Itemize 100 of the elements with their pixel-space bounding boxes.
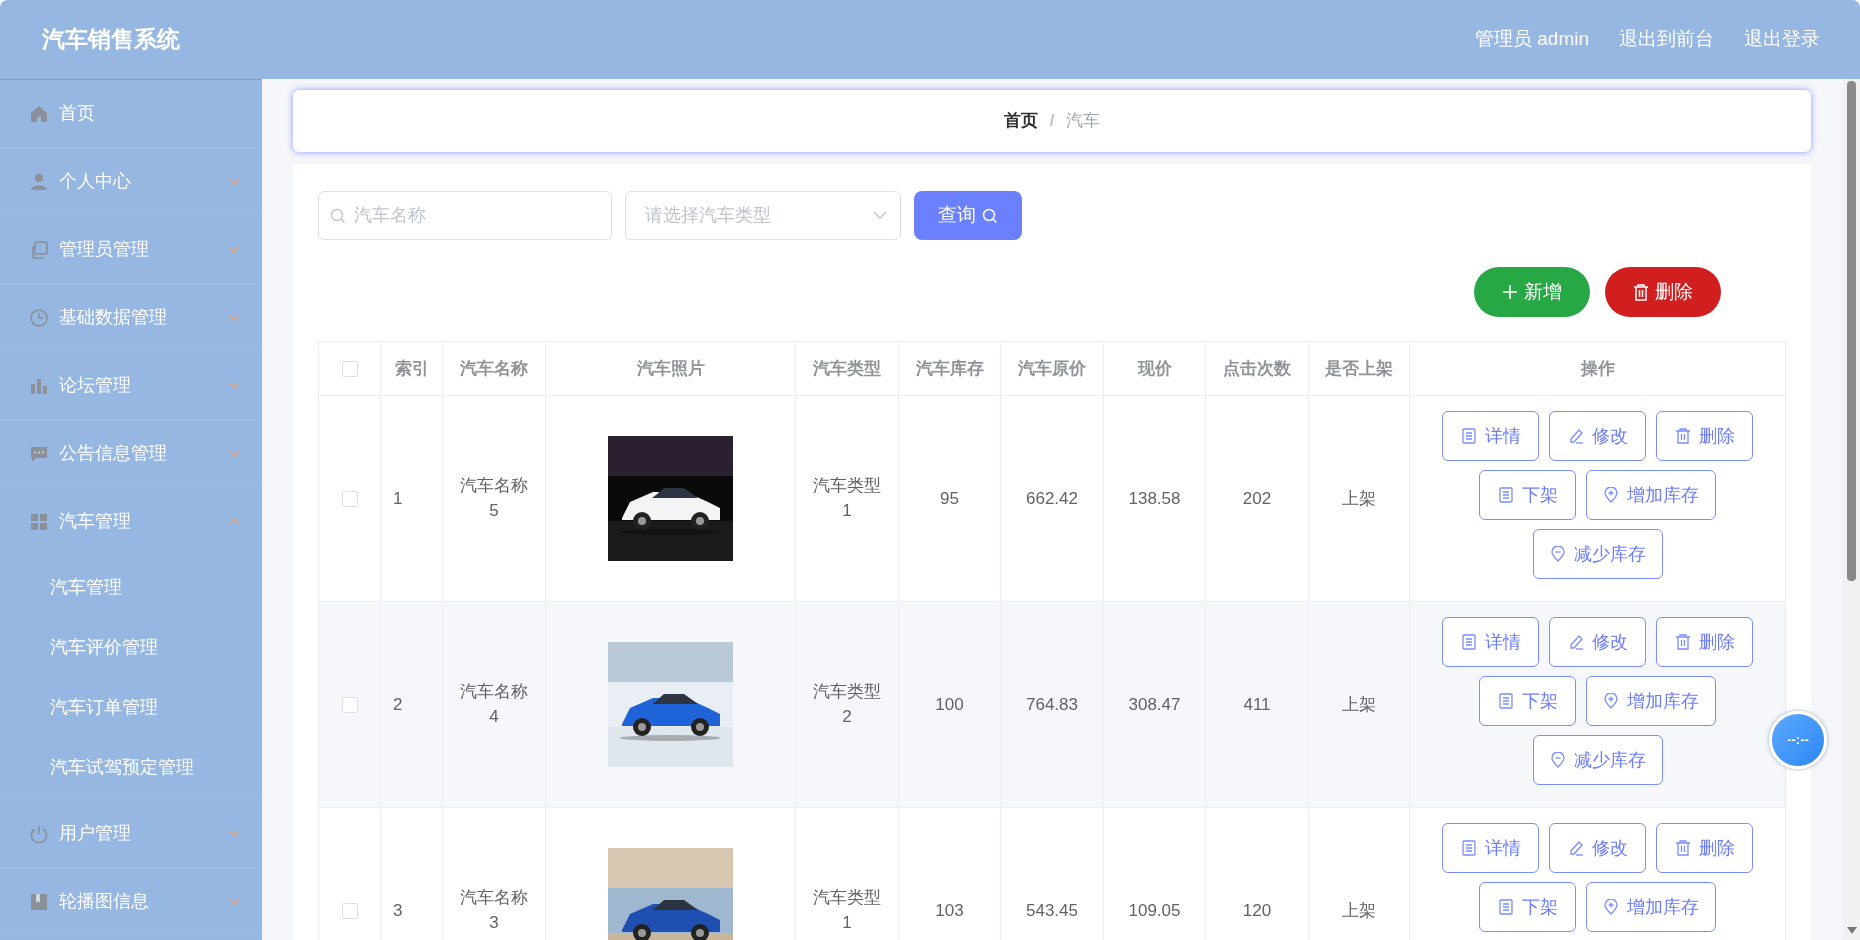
- trash-icon: [1633, 283, 1649, 301]
- table-cell: 上架: [1342, 488, 1376, 508]
- table-cell: 138.58: [1128, 488, 1181, 508]
- app-title: 汽车销售系统: [42, 25, 180, 55]
- pen-icon: [1567, 840, 1584, 856]
- checkbox[interactable]: [341, 903, 358, 920]
- sidebar-item[interactable]: 基础数据管理: [0, 284, 262, 351]
- table-cell: 上架: [1342, 694, 1376, 714]
- delete-button[interactable]: 删除: [1656, 617, 1753, 667]
- breadcrumb-item[interactable]: 首页: [1003, 108, 1038, 134]
- table-cell: 上架: [1342, 900, 1376, 920]
- copy-icon: [30, 240, 48, 259]
- table-cell-text: 汽车类型2: [813, 681, 881, 729]
- chevron-down-icon: [873, 211, 887, 220]
- add-stock-button[interactable]: 增加库存: [1586, 882, 1716, 932]
- sidebar-item[interactable]: 个人中心: [0, 148, 262, 215]
- scrollbar-thumb[interactable]: [1847, 81, 1856, 581]
- pen-icon: [1567, 428, 1584, 444]
- reduce-stock-button[interactable]: 减少库存: [1532, 735, 1663, 785]
- detail-button[interactable]: 详情: [1442, 617, 1539, 667]
- detail-button[interactable]: 详情: [1442, 411, 1539, 461]
- add-stock-button[interactable]: 增加库存: [1586, 676, 1716, 726]
- column-header: 是否上架: [1308, 341, 1410, 396]
- edit-button[interactable]: 修改: [1549, 411, 1646, 461]
- front-page-link[interactable]: 退出到前台: [1619, 25, 1714, 54]
- document-icon: [1460, 634, 1477, 650]
- table-cell: 3: [393, 900, 403, 920]
- delete-button[interactable]: 删除: [1656, 823, 1753, 873]
- table-cell-text: 汽车名称5: [460, 475, 528, 523]
- query-button[interactable]: 查询: [914, 191, 1022, 240]
- name-search-field[interactable]: 汽车名称: [318, 191, 612, 240]
- sidebar-subitem[interactable]: 汽车评价管理: [0, 617, 262, 677]
- reduce-stock-button[interactable]: 减少库存: [1532, 529, 1663, 579]
- add-button[interactable]: 新增: [1474, 267, 1590, 317]
- document-icon: [1497, 899, 1514, 915]
- sidebar-item[interactable]: 论坛管理: [0, 352, 262, 419]
- table-cell: 764.83: [1026, 694, 1078, 714]
- sidebar-item[interactable]: 公告信息管理: [0, 420, 262, 487]
- book-icon: [30, 892, 48, 911]
- table-cell: 1: [393, 488, 403, 508]
- type-select[interactable]: 请选择汽车类型: [625, 191, 901, 240]
- search-icon: [330, 208, 346, 224]
- trash-icon: [1674, 428, 1691, 444]
- logout-link[interactable]: 退出登录: [1744, 25, 1820, 54]
- table-cell: 95: [940, 488, 959, 508]
- trash-icon: [1674, 634, 1691, 650]
- column-header: 操作: [1409, 341, 1786, 396]
- delete-button[interactable]: 删除: [1605, 267, 1721, 317]
- document-icon: [1497, 693, 1514, 709]
- add-stock-button[interactable]: 增加库存: [1586, 470, 1716, 520]
- sidebar-subitem[interactable]: 汽车订单管理: [0, 677, 262, 737]
- unlist-button[interactable]: 下架: [1479, 676, 1576, 726]
- clock-icon: [30, 308, 48, 327]
- delete-button[interactable]: 删除: [1656, 411, 1753, 461]
- grid-icon: [30, 512, 48, 531]
- checkbox[interactable]: [341, 361, 358, 378]
- table-cell: 100: [935, 694, 964, 714]
- table-cell-text: 汽车类型1: [813, 887, 881, 935]
- location-minus-icon: [1549, 546, 1566, 562]
- sidebar-subitem[interactable]: 汽车管理: [0, 557, 262, 617]
- table-cell-text: 汽车名称4: [460, 681, 528, 729]
- edit-button[interactable]: 修改: [1549, 617, 1646, 667]
- sidebar-item[interactable]: 轮播图信息: [0, 868, 262, 935]
- column-header: 汽车类型: [795, 341, 899, 396]
- breadcrumb-item: 汽车: [1066, 110, 1101, 133]
- power-icon: [30, 824, 48, 843]
- table-cell: 103: [935, 900, 964, 920]
- breadcrumb-separator: /: [1049, 110, 1055, 133]
- table-cell-text: 汽车名称3: [460, 887, 528, 935]
- table-cell: 202: [1242, 488, 1272, 508]
- chat-icon: [30, 444, 48, 463]
- checkbox[interactable]: [341, 697, 358, 714]
- detail-button[interactable]: 详情: [1442, 823, 1539, 873]
- document-icon: [1460, 428, 1477, 444]
- checkbox[interactable]: [341, 491, 358, 508]
- location-plus-icon: [1603, 487, 1619, 503]
- unlist-button[interactable]: 下架: [1479, 882, 1576, 932]
- search-icon: [982, 207, 998, 224]
- table-cell: 411: [1243, 694, 1271, 714]
- location-plus-icon: [1603, 899, 1619, 915]
- pen-icon: [1567, 634, 1584, 650]
- document-icon: [1497, 487, 1514, 503]
- table-cell: 2: [393, 694, 403, 714]
- scroll-down-icon[interactable]: [1846, 927, 1857, 934]
- unlist-button[interactable]: 下架: [1479, 470, 1576, 520]
- table-cell: 120: [1242, 900, 1272, 920]
- sidebar-item[interactable]: 管理员管理: [0, 216, 262, 283]
- document-icon: [1460, 840, 1477, 856]
- table-cell: 308.47: [1128, 694, 1181, 714]
- sidebar-item[interactable]: 用户管理: [0, 800, 262, 867]
- scrollbar[interactable]: [1843, 79, 1860, 940]
- column-header: 点击次数: [1205, 341, 1309, 396]
- sidebar-item[interactable]: 首页: [0, 80, 262, 147]
- sidebar-subitem[interactable]: 汽车试驾预定管理: [0, 737, 262, 797]
- column-header: 汽车名称: [442, 341, 546, 396]
- sidebar-item[interactable]: 汽车管理: [0, 488, 262, 555]
- floating-clock-button[interactable]: --:--: [1769, 711, 1827, 769]
- admin-user-link[interactable]: 管理员 admin: [1474, 25, 1589, 54]
- edit-button[interactable]: 修改: [1549, 823, 1646, 873]
- table-cell: 543.45: [1026, 900, 1078, 920]
